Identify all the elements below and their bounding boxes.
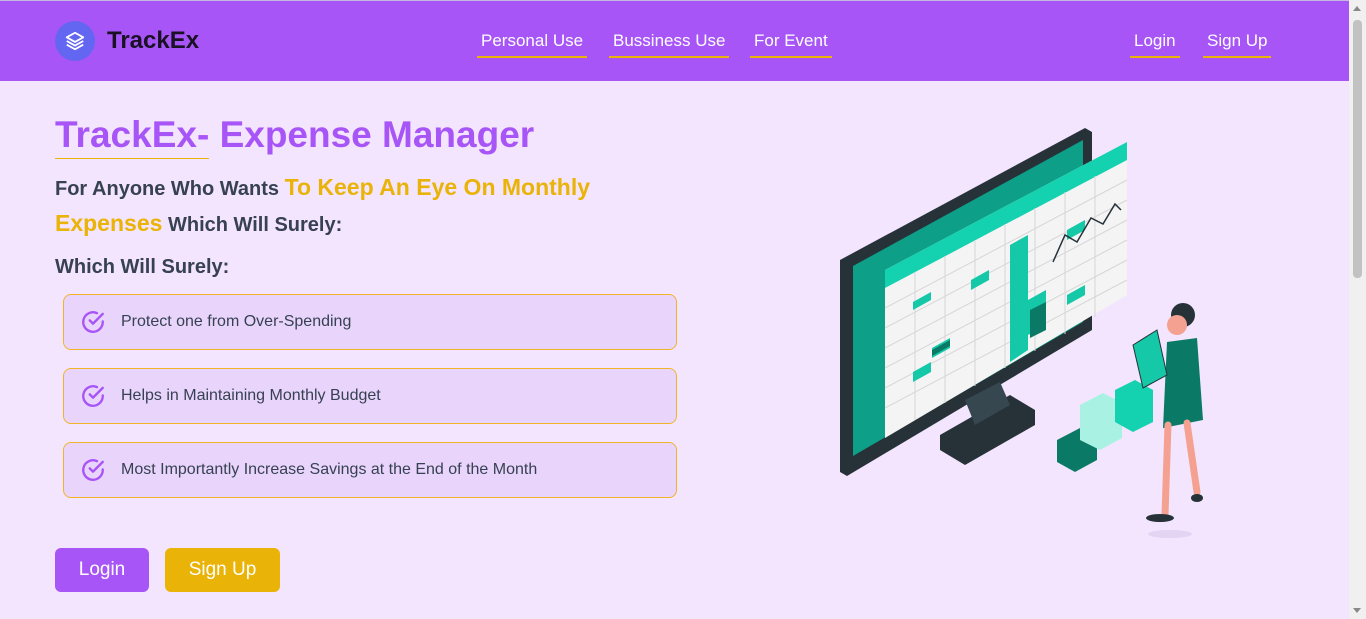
scroll-down-icon[interactable] bbox=[1353, 608, 1361, 613]
scroll-up-icon[interactable] bbox=[1353, 6, 1361, 11]
login-button[interactable]: Login bbox=[55, 548, 149, 592]
hero-title: TrackEx- Expense Manager bbox=[55, 112, 534, 159]
spreadsheet-illustration bbox=[840, 128, 1203, 538]
nav-signup-link[interactable]: Sign Up bbox=[1203, 31, 1272, 58]
feature-card: Most Importantly Increase Savings at the… bbox=[63, 442, 677, 498]
nav-link-for-event[interactable]: For Event bbox=[750, 31, 832, 58]
hero-subtitle: For Anyone Who Wants To Keep An Eye On M… bbox=[55, 170, 655, 242]
feature-label: Helps in Maintaining Monthly Budget bbox=[121, 387, 381, 404]
hero-title-rest: Expense Manager bbox=[219, 114, 535, 155]
feature-card: Helps in Maintaining Monthly Budget bbox=[63, 368, 677, 424]
feature-label: Most Importantly Increase Savings at the… bbox=[121, 461, 538, 478]
hero-title-brand: TrackEx- bbox=[55, 112, 210, 159]
top-navbar: TrackEx Personal Use Bussiness Use For E… bbox=[0, 0, 1349, 81]
brand[interactable]: TrackEx bbox=[55, 21, 199, 61]
layers-icon bbox=[55, 21, 95, 61]
nav-link-business-use[interactable]: Bussiness Use bbox=[609, 31, 730, 58]
scroll-thumb[interactable] bbox=[1353, 20, 1362, 278]
subtitle-suffix: Which Will Surely: bbox=[167, 214, 343, 236]
check-circle-icon bbox=[82, 311, 104, 333]
brand-name: TrackEx bbox=[107, 27, 200, 54]
check-circle-icon bbox=[82, 459, 104, 481]
check-circle-icon bbox=[82, 385, 104, 407]
feature-card: Protect one from Over-Spending bbox=[63, 294, 677, 350]
nav-link-personal-use[interactable]: Personal Use bbox=[477, 31, 588, 58]
feature-label: Protect one from Over-Spending bbox=[121, 313, 352, 330]
nav-login-link[interactable]: Login bbox=[1130, 31, 1180, 58]
signup-button[interactable]: Sign Up bbox=[165, 548, 280, 592]
subtitle-prefix: For Anyone Who Wants bbox=[55, 178, 280, 200]
vertical-scrollbar[interactable] bbox=[1349, 0, 1366, 619]
section-label: Which Will Surely: bbox=[55, 256, 230, 278]
